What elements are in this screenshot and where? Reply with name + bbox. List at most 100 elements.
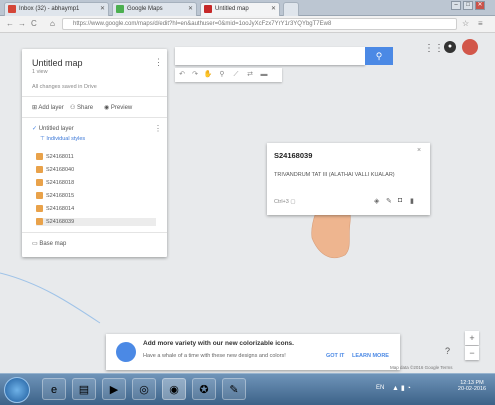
- close-icon[interactable]: ✕: [100, 3, 105, 15]
- more-options-icon[interactable]: ⋮: [154, 57, 163, 68]
- new-tab-button[interactable]: [283, 2, 299, 16]
- banner-body: Have a whale of a time with these new de…: [143, 353, 286, 359]
- learn-more-button[interactable]: LEARN MORE: [352, 353, 389, 359]
- photo-icon: ▢: [288, 199, 296, 205]
- back-icon[interactable]: ←: [6, 19, 14, 29]
- close-icon[interactable]: ✕: [271, 3, 276, 15]
- divider: [22, 232, 167, 233]
- maximize-button[interactable]: □: [463, 1, 473, 10]
- zoom-in-button[interactable]: +: [465, 331, 479, 345]
- gmail-icon: [8, 5, 16, 13]
- layer-name: Untitled layer: [38, 126, 74, 132]
- map-footer: Map data ©2016 Google Terms: [390, 365, 453, 370]
- tab-label: Google Maps: [127, 6, 163, 12]
- list-item-label: S24168014: [46, 206, 75, 212]
- tab-google-maps[interactable]: Google Maps ✕: [112, 2, 197, 16]
- close-icon[interactable]: ✕: [188, 3, 193, 15]
- tab-label: Untitled map: [215, 6, 249, 12]
- add-layer-label: Add layer: [38, 105, 64, 111]
- url-input[interactable]: https://www.google.com/maps/d/edit?hl=en…: [62, 18, 457, 30]
- redo-icon[interactable]: ↷: [190, 70, 200, 80]
- base-map-label: Base map: [39, 241, 67, 247]
- clock[interactable]: 12:13 PM 20-02-2016: [453, 380, 491, 392]
- close-icon[interactable]: ×: [417, 147, 421, 154]
- notifications-icon[interactable]: ●: [444, 41, 456, 53]
- base-map-toggle[interactable]: ▭ Base map: [32, 240, 66, 247]
- search-input[interactable]: [175, 47, 365, 65]
- folder-icon[interactable]: ▤: [72, 378, 96, 400]
- ruler-icon[interactable]: ▬: [259, 70, 269, 80]
- list-item[interactable]: S24168040: [36, 166, 74, 174]
- zoom-out-button[interactable]: −: [465, 346, 479, 360]
- question-icon[interactable]: ?: [445, 346, 450, 356]
- got-it-button[interactable]: GOT IT: [326, 353, 344, 359]
- minimize-button[interactable]: –: [451, 1, 461, 10]
- list-item-label: S24168015: [46, 193, 75, 199]
- share-icon: ⚇: [70, 105, 78, 111]
- hand-icon[interactable]: ✋: [203, 70, 213, 80]
- apps-grid-icon[interactable]: ⋮⋮: [424, 43, 444, 54]
- search-icon: ⚲: [375, 51, 383, 61]
- bookmark-star-icon[interactable]: ☆: [462, 19, 469, 29]
- tab-inbox[interactable]: Inbox (32) - abhaymp1 ✕: [4, 2, 109, 16]
- delete-icon[interactable]: ▮: [410, 197, 414, 205]
- popup-status-text: Ctrl+3: [274, 199, 289, 205]
- style-link-label: Individual styles: [46, 136, 86, 142]
- tab-untitled-map[interactable]: Untitled map ✕: [200, 2, 280, 16]
- firefox-icon[interactable]: ✪: [192, 378, 216, 400]
- hp-icon[interactable]: ◎: [132, 378, 156, 400]
- tray-icons[interactable]: ▲ ▮ ◔: [392, 384, 411, 392]
- avatar[interactable]: [462, 39, 478, 55]
- list-item[interactable]: S24168018: [36, 179, 74, 187]
- share-label: Share: [77, 105, 94, 111]
- close-window-button[interactable]: ✕: [475, 1, 485, 10]
- marker-tool-icon[interactable]: ⚲: [217, 70, 227, 80]
- directions-icon[interactable]: ⇄: [245, 70, 255, 80]
- layer-checkbox[interactable]: ✓: [32, 126, 39, 132]
- list-item-label: S24168040: [46, 167, 75, 173]
- start-button[interactable]: [4, 377, 30, 403]
- list-item[interactable]: S24168014: [36, 205, 74, 213]
- paint-icon[interactable]: ✎: [222, 378, 246, 400]
- feature-info-popup: S24168039 × TRIVANDRUM TAT III (ALATHAI …: [267, 143, 430, 215]
- reload-icon[interactable]: C: [31, 19, 37, 29]
- list-item[interactable]: S24168015: [36, 192, 74, 200]
- add-layer-button[interactable]: ⊞ Add layer: [32, 104, 64, 111]
- list-item-label: S24168039: [46, 219, 75, 225]
- list-item-label: S24168018: [46, 180, 75, 186]
- search-button[interactable]: ⚲: [365, 47, 393, 65]
- marker-icon: [36, 192, 43, 199]
- popup-title: S24168039: [274, 151, 313, 160]
- popup-status: Ctrl+3 ▢: [274, 199, 296, 205]
- language-indicator[interactable]: EN: [376, 385, 384, 391]
- style-icon[interactable]: ◈: [374, 197, 379, 205]
- view-count: 1 view: [32, 69, 48, 75]
- draw-line-icon[interactable]: ⟋: [231, 70, 241, 80]
- secure-lock-icon: ⌂: [50, 19, 55, 28]
- list-item[interactable]: S24168011: [36, 153, 74, 161]
- divider: [22, 117, 167, 118]
- marker-icon: [36, 179, 43, 186]
- ie-icon[interactable]: e: [42, 378, 66, 400]
- list-item-label: S24168011: [46, 154, 74, 160]
- undo-icon[interactable]: ↶: [177, 70, 187, 80]
- menu-icon[interactable]: ≡: [478, 19, 483, 29]
- edit-icon[interactable]: ✎: [386, 197, 392, 205]
- camera-icon[interactable]: ◘: [398, 197, 402, 204]
- preview-icon: ◉: [104, 105, 111, 111]
- layer-panel: Untitled map 1 view All changes saved in…: [22, 49, 167, 257]
- list-item-selected[interactable]: S24168039: [36, 218, 156, 226]
- share-button[interactable]: ⚇ Share: [70, 104, 93, 111]
- style-link[interactable]: ⊤ Individual styles: [40, 136, 85, 142]
- popup-description: TRIVANDRUM TAT III (ALATHAI VALLI KUALAR…: [274, 172, 395, 178]
- layer-options-icon[interactable]: ⋮: [154, 124, 162, 133]
- url-text: https://www.google.com/maps/d/edit?hl=en…: [73, 21, 332, 27]
- chrome-icon[interactable]: ◉: [162, 378, 186, 400]
- my-maps-icon: [204, 5, 212, 13]
- map-toolbar: ↶ ↷ ✋ ⚲ ⟋ ⇄ ▬: [175, 68, 282, 82]
- map-title[interactable]: Untitled map: [32, 58, 83, 68]
- layer-header[interactable]: ✓ Untitled layer: [32, 125, 74, 132]
- preview-button[interactable]: ◉ Preview: [104, 104, 132, 111]
- forward-icon[interactable]: →: [18, 19, 26, 29]
- media-player-icon[interactable]: ▶: [102, 378, 126, 400]
